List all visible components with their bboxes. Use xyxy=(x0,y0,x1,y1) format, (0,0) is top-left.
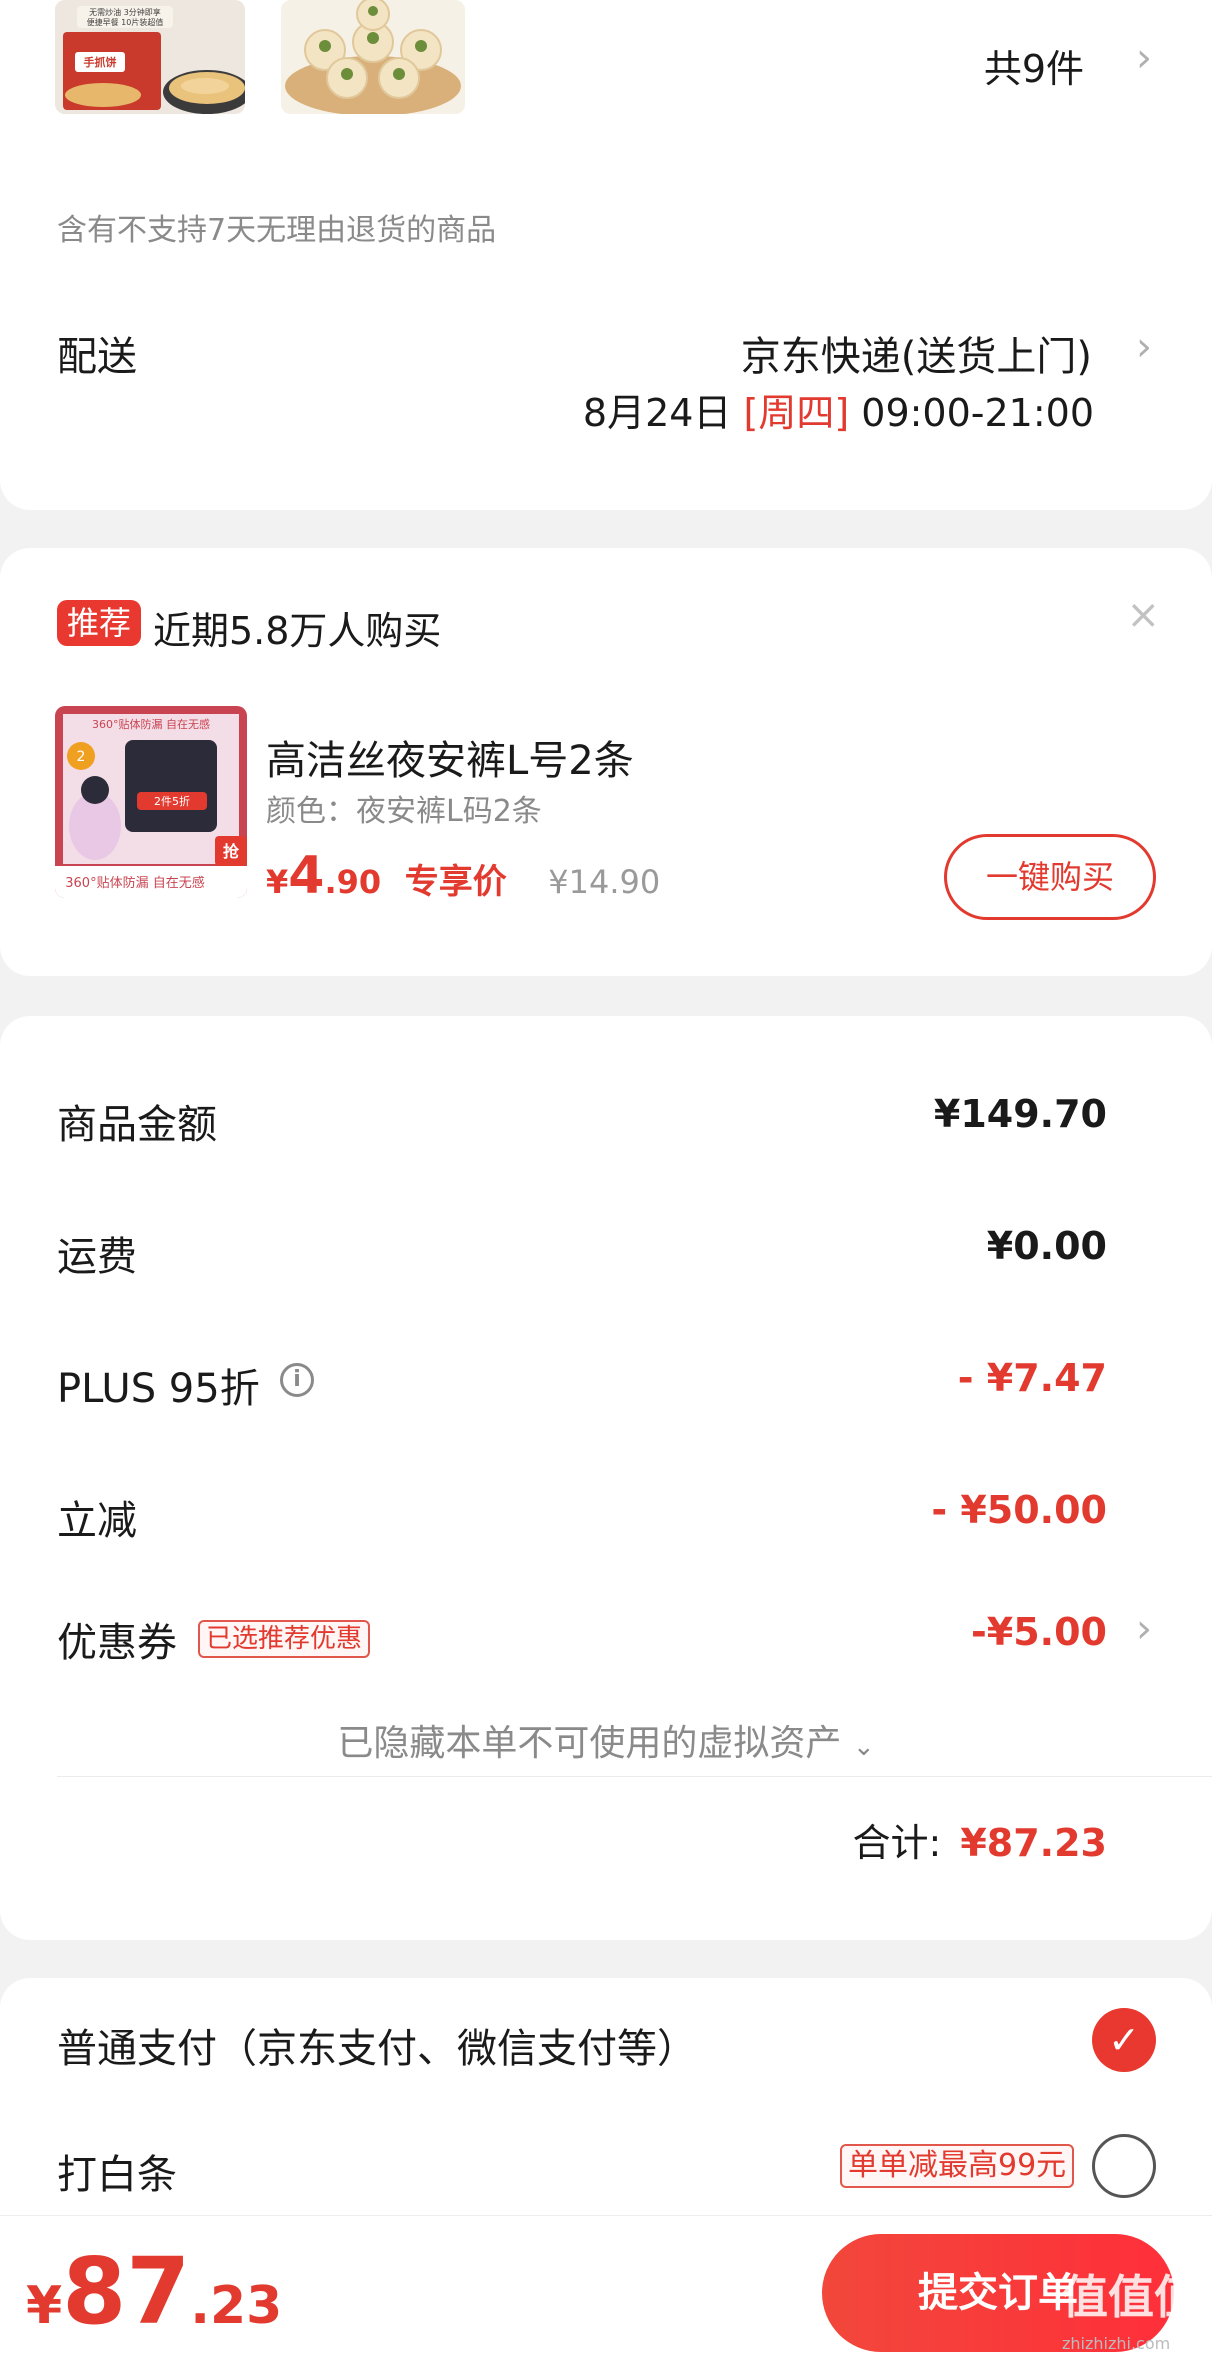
coupon-value[interactable]: -¥5.00 xyxy=(971,1610,1107,1654)
shipping-label: 运费 xyxy=(57,1234,137,1280)
chevron-down-icon: ⌄ xyxy=(852,1732,875,1762)
divider xyxy=(57,1776,1212,1777)
recommend-product-image[interactable]: 360°贴体防漏 自在无感 2件5折 2 抢 360°贴体防漏 自在无感 xyxy=(55,706,247,898)
svg-text:便捷早餐 10片装超值: 便捷早餐 10片装超值 xyxy=(87,17,164,27)
watermark-url: zhizhizhi.com xyxy=(1062,2334,1171,2353)
plus-discount-label: PLUS 95折 xyxy=(57,1366,260,1412)
recommend-product-name[interactable]: 高洁丝夜安裤L号2条 xyxy=(266,728,634,786)
price-note: 专享价 xyxy=(404,862,507,902)
item-count[interactable]: 共9件 xyxy=(984,38,1084,93)
svg-text:手抓饼: 手抓饼 xyxy=(84,55,117,69)
price-symbol: ¥ xyxy=(266,863,289,901)
chevron-right-icon[interactable]: › xyxy=(1136,324,1152,370)
hidden-assets-text: 已隐藏本单不可使用的虚拟资产 xyxy=(337,1723,842,1764)
baitiao-promo-badge: 单单减最高99元 xyxy=(840,2144,1075,2188)
shaomai-image xyxy=(281,0,465,114)
info-icon[interactable]: i xyxy=(280,1363,314,1397)
svg-text:无需炒油 3分钟即享: 无需炒油 3分钟即享 xyxy=(89,7,161,17)
watermark: 值值值 xyxy=(1062,2270,1200,2324)
close-icon[interactable]: × xyxy=(1126,592,1160,638)
recommend-card: 推荐 近期5.8万人购买 × 360°贴体防漏 自在无感 2件5折 2 抢 36… xyxy=(0,548,1212,976)
delivery-weekday: [周四] xyxy=(743,391,850,435)
baitiao-label[interactable]: 打白条 xyxy=(57,2142,177,2200)
delivery-method[interactable]: 京东快递(送货上门) xyxy=(741,324,1092,382)
delivery-time[interactable]: 8月24日 [周四] 09:00-21:00 xyxy=(583,382,1094,437)
summary-card: 商品金额 ¥149.70 运费 ¥0.00 PLUS 95折 i - ¥7.47… xyxy=(0,1016,1212,1940)
delivery-hours: 09:00-21:00 xyxy=(861,391,1094,435)
bottom-checkout-bar: ¥87.23 提交订单 值值值 zhizhizhi.com xyxy=(0,2215,1212,2369)
coupon-label[interactable]: 优惠券 xyxy=(57,1610,177,1668)
plus-discount-value: - ¥7.47 xyxy=(957,1356,1107,1400)
recommend-product-spec: 颜色：夜安裤L码2条 xyxy=(266,794,542,829)
svg-text:2: 2 xyxy=(77,749,86,765)
svg-text:360°贴体防漏 自在无感: 360°贴体防漏 自在无感 xyxy=(92,717,210,731)
price-dec: .23 xyxy=(190,2276,283,2336)
goods-amount-value: ¥149.70 xyxy=(933,1092,1107,1136)
shipping-value: ¥0.00 xyxy=(986,1224,1107,1268)
recommend-tag: 推荐 xyxy=(57,600,142,646)
pancake-image: 无需炒油 3分钟即享 便捷早餐 10片装超值 手抓饼 xyxy=(55,0,245,114)
normal-payment-label[interactable]: 普通支付（京东支付、微信支付等） xyxy=(57,2016,697,2074)
one-click-buy-button[interactable]: 一键购买 xyxy=(944,834,1156,920)
chevron-right-icon[interactable]: › xyxy=(1136,35,1152,81)
instant-discount-label: 立减 xyxy=(57,1498,137,1544)
hidden-assets-toggle[interactable]: 已隐藏本单不可使用的虚拟资产 ⌄ xyxy=(0,1714,1212,1766)
total-label: 合计: xyxy=(852,1821,942,1865)
pantyliner-image: 360°贴体防漏 自在无感 2件5折 2 抢 360°贴体防漏 自在无感 xyxy=(55,706,247,898)
bottom-total-price: ¥87.23 xyxy=(26,2238,282,2345)
price-int: 4 xyxy=(288,846,325,906)
total-value: ¥87.23 xyxy=(960,1821,1107,1865)
svg-text:抢: 抢 xyxy=(223,842,240,861)
delivery-label: 配送 xyxy=(57,334,137,380)
price-dec: .90 xyxy=(324,863,382,901)
goods-amount-label: 商品金额 xyxy=(57,1102,217,1148)
total-row: 合计: ¥87.23 xyxy=(852,1812,1107,1867)
price-int: 87 xyxy=(62,2238,191,2345)
original-price: ¥14.90 xyxy=(548,863,661,901)
svg-text:360°贴体防漏 自在无感: 360°贴体防漏 自在无感 xyxy=(65,875,204,891)
recommend-price: ¥4.90 专享价 ¥14.90 xyxy=(266,846,660,906)
recommend-headline: 近期5.8万人购买 xyxy=(153,609,442,653)
coupon-selected-badge: 已选推荐优惠 xyxy=(198,1620,371,1658)
checked-icon[interactable]: ✓ xyxy=(1092,2008,1156,2072)
instant-discount-value: - ¥50.00 xyxy=(931,1488,1107,1532)
return-notice: 含有不支持7天无理由退货的商品 xyxy=(57,213,497,248)
svg-text:2件5折: 2件5折 xyxy=(154,794,190,808)
delivery-date: 8月24日 xyxy=(582,391,732,435)
order-items-card: 无需炒油 3分钟即享 便捷早餐 10片装超值 手抓饼 共9件 › 含有不支持7天… xyxy=(0,0,1212,510)
product-thumb-pancake[interactable]: 无需炒油 3分钟即享 便捷早餐 10片装超值 手抓饼 xyxy=(55,0,245,114)
price-symbol: ¥ xyxy=(26,2276,63,2336)
chevron-right-icon[interactable]: › xyxy=(1136,1606,1152,1652)
radio-unchecked-icon[interactable] xyxy=(1092,2134,1156,2198)
product-thumb-shaomai[interactable] xyxy=(281,0,465,114)
